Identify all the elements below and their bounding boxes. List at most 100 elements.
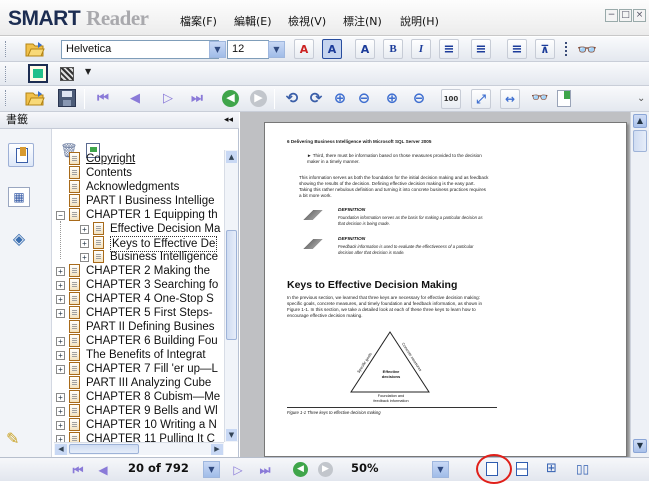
go-forward-icon[interactable]: ▶ — [250, 90, 267, 107]
tree-scrollbar[interactable]: ▲ ▼ — [224, 150, 238, 442]
tree-item[interactable]: + CHAPTER 9 Bells and Wl — [54, 404, 226, 418]
expand-icon[interactable]: + — [56, 407, 65, 416]
tree-item[interactable]: + CHAPTER 2 Making the — [54, 264, 226, 278]
tree-item[interactable]: − CHAPTER 1 Equipping th — [54, 208, 226, 222]
page-number-field[interactable]: 20 of 792 — [124, 460, 206, 479]
collapse-panel-button[interactable]: ◂◂ — [224, 112, 233, 128]
expand-icon[interactable]: + — [56, 351, 65, 360]
tree-item[interactable]: + CHAPTER 4 One-Stop S — [54, 292, 226, 306]
close-button[interactable]: × — [633, 9, 646, 22]
align-left-icon[interactable]: ≡ — [439, 39, 459, 59]
minimize-button[interactable]: − — [605, 9, 618, 22]
rotate-right-icon[interactable]: ⟳ — [306, 89, 326, 107]
text-frame-icon[interactable]: ⊼ — [535, 39, 555, 59]
collapse-icon[interactable]: − — [56, 211, 65, 220]
scroll-thumb[interactable] — [633, 130, 647, 152]
expand-icon[interactable]: + — [56, 393, 65, 402]
fit-page-icon[interactable]: ⤢ — [471, 89, 491, 109]
scroll-right-icon[interactable]: ▶ — [211, 444, 223, 455]
tree-item[interactable]: + Effective Decision Ma — [54, 222, 226, 236]
scroll-thumb[interactable] — [226, 230, 237, 340]
tree-hscrollbar[interactable]: ◀ ▶ — [54, 442, 224, 455]
thumbnails-tab-icon[interactable]: ▦ — [8, 187, 30, 207]
go-back-icon[interactable]: ◀ — [222, 90, 239, 107]
first-page-icon[interactable]: ⏮ — [69, 461, 87, 479]
find-icon[interactable]: 👓 — [528, 89, 552, 107]
tree-item[interactable]: + Keys to Effective De — [54, 236, 226, 252]
menu-file[interactable]: 檔案(F) — [180, 13, 217, 29]
tree-item[interactable]: Copyright — [54, 152, 226, 166]
last-page-icon[interactable]: ⏭ — [187, 89, 207, 107]
chevron-down-icon[interactable]: ▼ — [432, 461, 449, 478]
tree-item[interactable]: + CHAPTER 5 First Steps- — [54, 306, 226, 320]
align-center-icon[interactable]: ≡ — [471, 39, 491, 59]
toolbar-grip[interactable] — [5, 66, 8, 82]
viewer-scrollbar[interactable]: ▲ ▼ — [630, 112, 649, 457]
zoom-out-icon[interactable]: ⊖ — [354, 89, 374, 107]
menu-annotate[interactable]: 標注(N) — [343, 13, 382, 29]
document-viewer[interactable]: 6 Delivering Business Intelligence with … — [240, 112, 649, 457]
rotate-left-icon[interactable]: ⟲ — [282, 89, 302, 107]
expand-icon[interactable]: + — [56, 435, 65, 442]
font-color-icon[interactable]: A — [294, 39, 314, 59]
expand-icon[interactable]: + — [56, 295, 65, 304]
layers-tab-icon[interactable]: ◈ — [8, 229, 30, 249]
next-page-icon[interactable]: ▷ — [229, 461, 247, 479]
tree-item[interactable]: PART III Analyzing Cube — [54, 376, 226, 390]
menu-view[interactable]: 檢視(V) — [288, 13, 326, 29]
zoom-in-icon[interactable]: ⊕ — [330, 89, 350, 107]
expand-icon[interactable]: + — [56, 267, 65, 276]
tree-item[interactable]: Acknowledgments — [54, 180, 226, 194]
scroll-up-icon[interactable]: ▲ — [226, 151, 237, 163]
scroll-down-icon[interactable]: ▼ — [226, 429, 237, 441]
expand-icon[interactable]: + — [56, 309, 65, 318]
note-tool-icon[interactable] — [28, 64, 48, 83]
expand-icon[interactable]: + — [56, 281, 65, 290]
text-color-icon[interactable]: A — [355, 39, 375, 59]
tree-item[interactable]: + CHAPTER 11 Pulling It C — [54, 432, 226, 442]
tree-item[interactable]: + CHAPTER 8 Cubism—Me — [54, 390, 226, 404]
bold-icon[interactable]: B — [383, 39, 403, 59]
open-folder-icon[interactable] — [24, 88, 46, 108]
scroll-up-icon[interactable]: ▲ — [633, 114, 647, 128]
tree-item[interactable]: + CHAPTER 7 Fill 'er up—L — [54, 362, 226, 376]
italic-icon[interactable]: I — [411, 39, 431, 59]
next-page-icon[interactable]: ▷ — [158, 89, 178, 107]
chevron-down-icon[interactable]: ▼ — [85, 67, 91, 76]
document-page[interactable]: 6 Delivering Business Intelligence with … — [264, 122, 627, 457]
maximize-button[interactable]: □ — [619, 9, 632, 22]
menu-edit[interactable]: 編輯(E) — [234, 13, 272, 29]
zoom-plus-icon[interactable]: ⊕ — [383, 89, 401, 107]
expand-icon[interactable]: + — [80, 239, 89, 248]
toolbar-overflow-icon[interactable]: ⌄ — [637, 93, 645, 104]
highlight-icon[interactable]: A — [322, 39, 342, 59]
pattern-fill-icon[interactable] — [60, 67, 74, 81]
scroll-left-icon[interactable]: ◀ — [55, 444, 67, 455]
font-family-select[interactable]: Helvetica — [61, 40, 219, 59]
previous-page-icon[interactable]: ◀ — [94, 461, 112, 479]
expand-icon[interactable]: + — [56, 365, 65, 374]
tree-item[interactable]: + CHAPTER 3 Searching fo — [54, 278, 226, 292]
bookmark-page-icon[interactable] — [557, 90, 571, 107]
attachment-icon[interactable]: ✎ — [6, 429, 19, 448]
first-page-icon[interactable]: ⏮ — [93, 89, 113, 107]
chevron-down-icon[interactable]: ▼ — [203, 461, 220, 478]
tree-item[interactable]: + CHAPTER 10 Writing a N — [54, 418, 226, 432]
last-page-icon[interactable]: ⏭ — [256, 461, 274, 479]
actual-size-icon[interactable]: 100 — [441, 89, 461, 109]
bookmarks-tab-icon[interactable] — [8, 143, 34, 167]
continuous-facing-view-icon[interactable]: ▯▯ — [576, 462, 589, 476]
expand-icon[interactable]: + — [80, 225, 89, 234]
facing-view-icon[interactable]: ⊞ — [546, 462, 557, 476]
chevron-down-icon[interactable]: ▼ — [209, 41, 226, 58]
expand-icon[interactable]: + — [56, 337, 65, 346]
continuous-view-icon[interactable] — [516, 462, 528, 476]
open-folder-icon[interactable] — [24, 39, 46, 59]
fit-width-icon[interactable]: ↔ — [500, 89, 520, 109]
toolbar-grip[interactable] — [5, 41, 8, 57]
menu-help[interactable]: 說明(H) — [400, 13, 439, 29]
toolbar-grip[interactable] — [5, 90, 8, 106]
previous-page-icon[interactable]: ◀ — [125, 89, 145, 107]
go-back-icon[interactable]: ◀ — [293, 462, 308, 477]
expand-icon[interactable]: + — [80, 253, 89, 262]
